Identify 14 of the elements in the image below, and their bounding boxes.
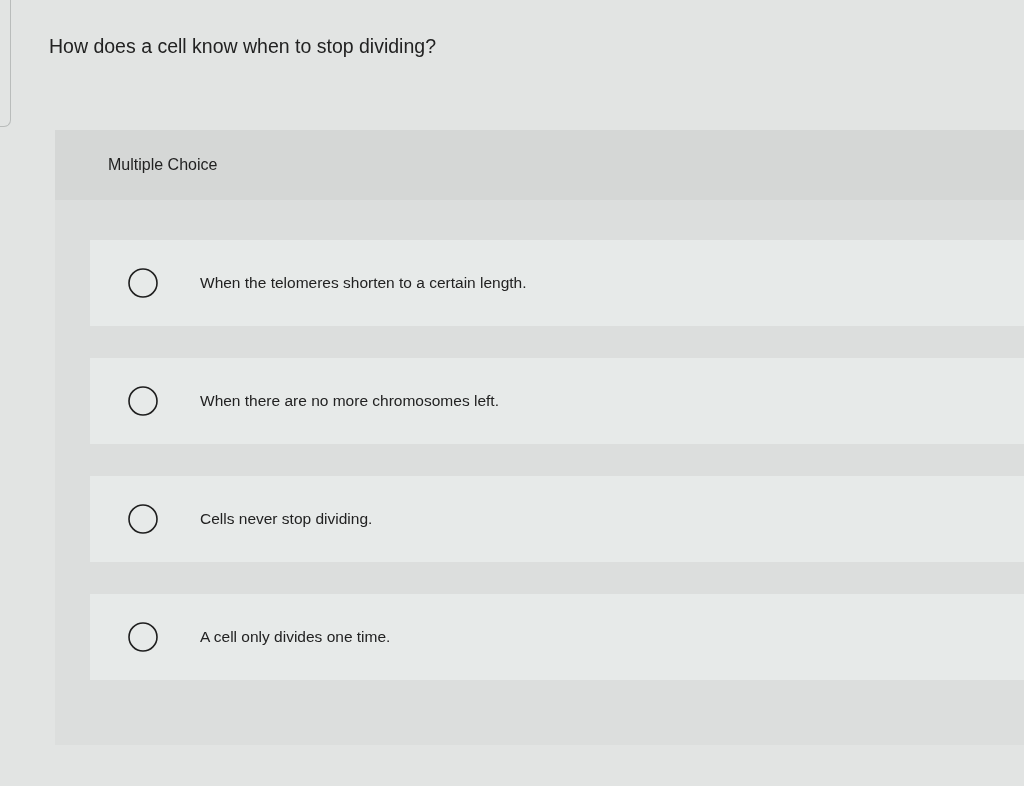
option-label: When there are no more chromosomes left. [200,392,499,410]
option-card[interactable]: When the telomeres shorten to a certain length. [90,240,1024,326]
radio-button[interactable] [128,386,158,416]
question-text: How does a cell know when to stop dividing? [49,34,436,59]
question-type-label: Multiple Choice [108,156,218,174]
option-label: Cells never stop dividing. [200,510,373,528]
radio-button[interactable] [128,622,158,652]
option-label: When the telomeres shorten to a certain length. [200,274,527,292]
radio-button[interactable] [128,268,158,298]
radio-button[interactable] [128,504,158,534]
option-label: A cell only divides one time. [200,628,391,646]
option-card[interactable]: When there are no more chromosomes left. [90,358,1024,444]
option-card[interactable]: Cells never stop dividing. [90,476,1024,562]
option-card[interactable]: A cell only divides one time. [90,594,1024,680]
